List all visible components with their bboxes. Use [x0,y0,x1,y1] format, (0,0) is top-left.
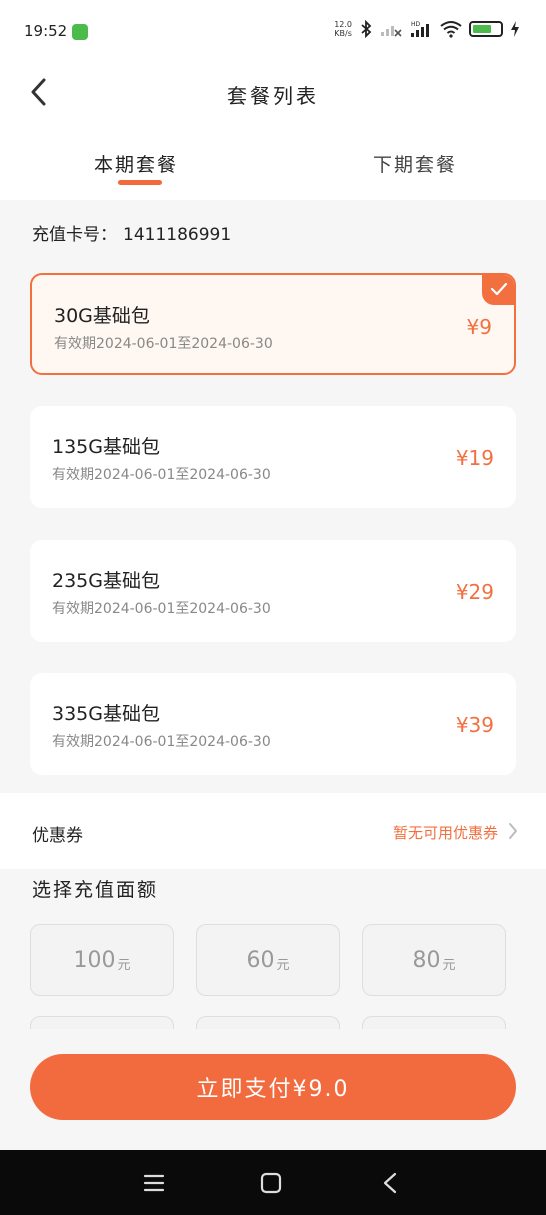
package-card-335g[interactable]: 335G基础包 有效期2024-06-01至2024-06-30 ¥39 [30,673,516,775]
package-price: ¥39 [455,713,494,737]
card-number-value: 1411186991 [123,225,232,245]
status-icons: 12.0 KB/s HD [334,20,520,38]
system-nav-bar [0,1150,546,1215]
signal-hd-icon: HD [411,21,429,37]
chevron-right-icon [509,823,517,839]
selected-badge [482,275,514,305]
coupon-label: 优惠券 [32,826,83,846]
package-price: ¥29 [455,580,494,604]
page-title: 套餐列表 [227,84,319,108]
card-number-label: 充值卡号： [32,225,117,245]
amount-value: 100 [73,947,116,973]
tab-bar: 本期套餐 下期套餐 [0,124,546,200]
net-speed: 12.0 KB/s [334,20,352,38]
amount-title: 选择充值面额 [32,879,159,901]
package-price: ¥9 [466,315,492,339]
amount-section: 选择充值面额 100 元 60 元 80 元 [0,869,546,1029]
amount-unit: 元 [117,957,131,973]
menu-icon [143,1174,165,1192]
menu-button[interactable] [141,1170,167,1196]
package-card-135g[interactable]: 135G基础包 有效期2024-06-01至2024-06-30 ¥19 [30,406,516,508]
coupon-value: 暂无可用优惠券 [392,824,498,842]
amount-option-100[interactable]: 100 元 [30,924,174,996]
amount-option-partial[interactable] [362,1016,506,1029]
status-time: 19:52 [24,22,68,40]
app-notification-icon [72,24,88,40]
package-card-30g[interactable]: 30G基础包 有效期2024-06-01至2024-06-30 ¥9 [30,273,516,375]
package-name: 135G基础包 [52,436,160,458]
svg-text:HD: HD [411,21,421,28]
home-button[interactable] [258,1170,284,1196]
amount-option-60[interactable]: 60 元 [196,924,340,996]
amount-value: 80 [412,947,441,973]
pay-area: 立即支付¥9.0 [0,1029,546,1150]
signal-x-icon [381,26,402,37]
system-back-button[interactable] [377,1170,403,1196]
coupon-row[interactable]: 优惠券 暂无可用优惠券 [0,793,546,869]
amount-value: 60 [246,947,275,973]
package-validity: 有效期2024-06-01至2024-06-30 [52,734,271,750]
wifi-icon [440,21,462,38]
charging-icon [511,21,519,37]
back-triangle-icon [383,1172,397,1194]
amount-option-partial[interactable] [196,1016,340,1029]
package-name: 335G基础包 [52,703,160,725]
amount-option-80[interactable]: 80 元 [362,924,506,996]
header: 套餐列表 [0,60,546,124]
check-icon [490,282,508,296]
bluetooth-icon [361,20,372,38]
pay-now-button[interactable]: 立即支付¥9.0 [30,1054,516,1120]
amount-unit: 元 [276,957,290,973]
amount-unit: 元 [442,957,456,973]
home-square-icon [260,1172,282,1194]
battery-icon [469,21,503,37]
amount-option-partial[interactable] [30,1016,174,1029]
net-speed-unit: KB/s [334,29,352,38]
package-name: 30G基础包 [54,305,150,327]
package-validity: 有效期2024-06-01至2024-06-30 [52,601,271,617]
tab-current-period[interactable]: 本期套餐 [94,150,178,177]
package-card-235g[interactable]: 235G基础包 有效期2024-06-01至2024-06-30 ¥29 [30,540,516,642]
tab-next-period[interactable]: 下期套餐 [373,150,457,177]
package-name: 235G基础包 [52,570,160,592]
tab-active-indicator [118,180,162,185]
package-validity: 有效期2024-06-01至2024-06-30 [52,467,271,483]
package-price: ¥19 [455,446,494,470]
status-bar: 19:52 12.0 KB/s HD [0,0,546,60]
package-validity: 有效期2024-06-01至2024-06-30 [54,336,273,352]
net-speed-value: 12.0 [334,20,352,29]
card-number-row: 充值卡号： 1411186991 [32,220,231,245]
